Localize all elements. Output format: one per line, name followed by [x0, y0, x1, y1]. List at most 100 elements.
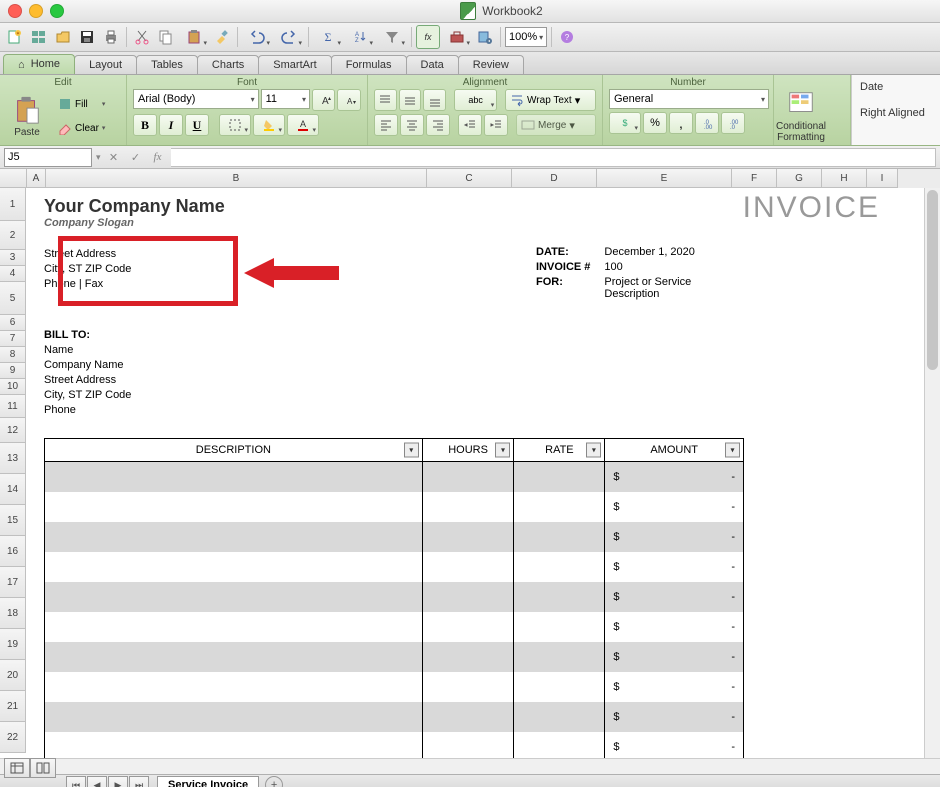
row-header[interactable]: 4: [0, 266, 26, 282]
horizontal-scrollbar[interactable]: [0, 758, 940, 774]
table-row[interactable]: -: [45, 612, 744, 642]
table-row[interactable]: -: [45, 552, 744, 582]
decrease-indent-button[interactable]: [458, 114, 482, 136]
select-all-corner[interactable]: [0, 169, 27, 188]
tab-review[interactable]: Review: [458, 55, 524, 74]
table-header[interactable]: RATE: [514, 439, 605, 462]
italic-button[interactable]: I: [159, 114, 183, 136]
table-row[interactable]: -: [45, 702, 744, 732]
next-sheet-button[interactable]: ▶: [108, 776, 128, 787]
tab-charts[interactable]: Charts: [197, 55, 259, 74]
merge-button[interactable]: Merge▾: [516, 114, 596, 136]
underline-button[interactable]: U: [185, 114, 209, 136]
font-size-selector[interactable]: 11: [261, 89, 310, 109]
conditional-formatting-button[interactable]: Conditional Formatting: [778, 89, 824, 143]
row-header[interactable]: 17: [0, 567, 26, 598]
increase-indent-button[interactable]: [484, 114, 508, 136]
tab-layout[interactable]: Layout: [74, 55, 137, 74]
redo-button[interactable]: [274, 26, 304, 48]
last-sheet-button[interactable]: ⏭: [129, 776, 149, 787]
row-header[interactable]: 15: [0, 505, 26, 536]
formula-input[interactable]: [171, 148, 936, 167]
wrap-text-button[interactable]: Wrap Text▾: [505, 89, 596, 111]
fill-button[interactable]: Fill: [53, 93, 110, 115]
filter-dropdown-button[interactable]: [586, 443, 601, 458]
table-row[interactable]: -: [45, 642, 744, 672]
increase-font-button[interactable]: A▴: [312, 89, 336, 111]
row-header[interactable]: 22: [0, 722, 26, 753]
prev-sheet-button[interactable]: ◀: [87, 776, 107, 787]
decrease-font-button[interactable]: A▾: [337, 89, 361, 111]
align-top-button[interactable]: [374, 89, 397, 111]
column-header[interactable]: I: [867, 169, 898, 188]
open-template-button[interactable]: [28, 26, 50, 48]
column-header[interactable]: H: [822, 169, 867, 188]
row-header[interactable]: 7: [0, 331, 26, 347]
increase-decimal-button[interactable]: .0.00: [695, 112, 719, 134]
open-button[interactable]: [52, 26, 74, 48]
row-header[interactable]: 14: [0, 474, 26, 505]
filter-button[interactable]: [377, 26, 407, 48]
autosum-button[interactable]: Σ: [313, 26, 343, 48]
fill-color-button[interactable]: [253, 114, 285, 136]
fx-button[interactable]: fx: [149, 148, 167, 166]
number-format-selector[interactable]: General: [609, 89, 769, 109]
vertical-scrollbar[interactable]: [924, 188, 940, 758]
align-middle-button[interactable]: [399, 89, 422, 111]
align-bottom-button[interactable]: [423, 89, 446, 111]
column-header[interactable]: C: [427, 169, 512, 188]
fx-toggle-button[interactable]: fx: [416, 25, 440, 49]
first-sheet-button[interactable]: ⏮: [66, 776, 86, 787]
row-header[interactable]: 10: [0, 379, 26, 395]
table-row[interactable]: -: [45, 462, 744, 493]
paste-bigbutton[interactable]: Paste: [4, 95, 50, 138]
sheet-tab[interactable]: Service Invoice: [157, 776, 259, 787]
column-header[interactable]: F: [732, 169, 777, 188]
column-header[interactable]: B: [46, 169, 427, 188]
table-row[interactable]: -: [45, 672, 744, 702]
row-header[interactable]: 6: [0, 315, 26, 331]
sort-button[interactable]: AZ: [345, 26, 375, 48]
row-header[interactable]: 11: [0, 395, 26, 418]
column-header[interactable]: E: [597, 169, 732, 188]
row-header[interactable]: 20: [0, 660, 26, 691]
format-painter-button[interactable]: [211, 26, 233, 48]
tab-data[interactable]: Data: [406, 55, 459, 74]
border-button[interactable]: [219, 114, 251, 136]
align-right-button[interactable]: [426, 114, 450, 136]
minimize-window-button[interactable]: [29, 4, 43, 18]
row-header[interactable]: 1: [0, 188, 26, 221]
copy-button[interactable]: [155, 26, 177, 48]
zoom-selector[interactable]: 100%: [505, 27, 547, 47]
cancel-formula-button[interactable]: ✕: [105, 148, 123, 166]
font-color-button[interactable]: A: [287, 114, 319, 136]
column-header[interactable]: A: [27, 169, 46, 188]
row-header[interactable]: 16: [0, 536, 26, 567]
decrease-decimal-button[interactable]: .00.0: [721, 112, 745, 134]
toolbox-button[interactable]: [442, 26, 472, 48]
name-box[interactable]: J5: [4, 148, 92, 167]
help-button[interactable]: ?: [556, 26, 578, 48]
table-header[interactable]: HOURS: [422, 439, 514, 462]
row-header[interactable]: 12: [0, 418, 26, 443]
row-header[interactable]: 9: [0, 363, 26, 379]
accept-formula-button[interactable]: ✓: [127, 148, 145, 166]
table-header[interactable]: AMOUNT: [605, 439, 744, 462]
column-header[interactable]: D: [512, 169, 597, 188]
table-row[interactable]: -: [45, 522, 744, 552]
row-header[interactable]: 21: [0, 691, 26, 722]
align-center-button[interactable]: [400, 114, 424, 136]
row-header[interactable]: 3: [0, 250, 26, 266]
save-button[interactable]: [76, 26, 98, 48]
filter-dropdown-button[interactable]: [495, 443, 510, 458]
paste-button[interactable]: [179, 26, 209, 48]
row-header[interactable]: 13: [0, 443, 26, 474]
tab-smartart[interactable]: SmartArt: [258, 55, 331, 74]
undo-button[interactable]: [242, 26, 272, 48]
row-header[interactable]: 2: [0, 221, 26, 250]
font-name-selector[interactable]: Arial (Body): [133, 89, 259, 109]
cell-grid[interactable]: Your Company Name Company Slogan INVOICE…: [26, 188, 940, 758]
close-window-button[interactable]: [8, 4, 22, 18]
percent-button[interactable]: %: [643, 112, 667, 134]
tab-tables[interactable]: Tables: [136, 55, 198, 74]
